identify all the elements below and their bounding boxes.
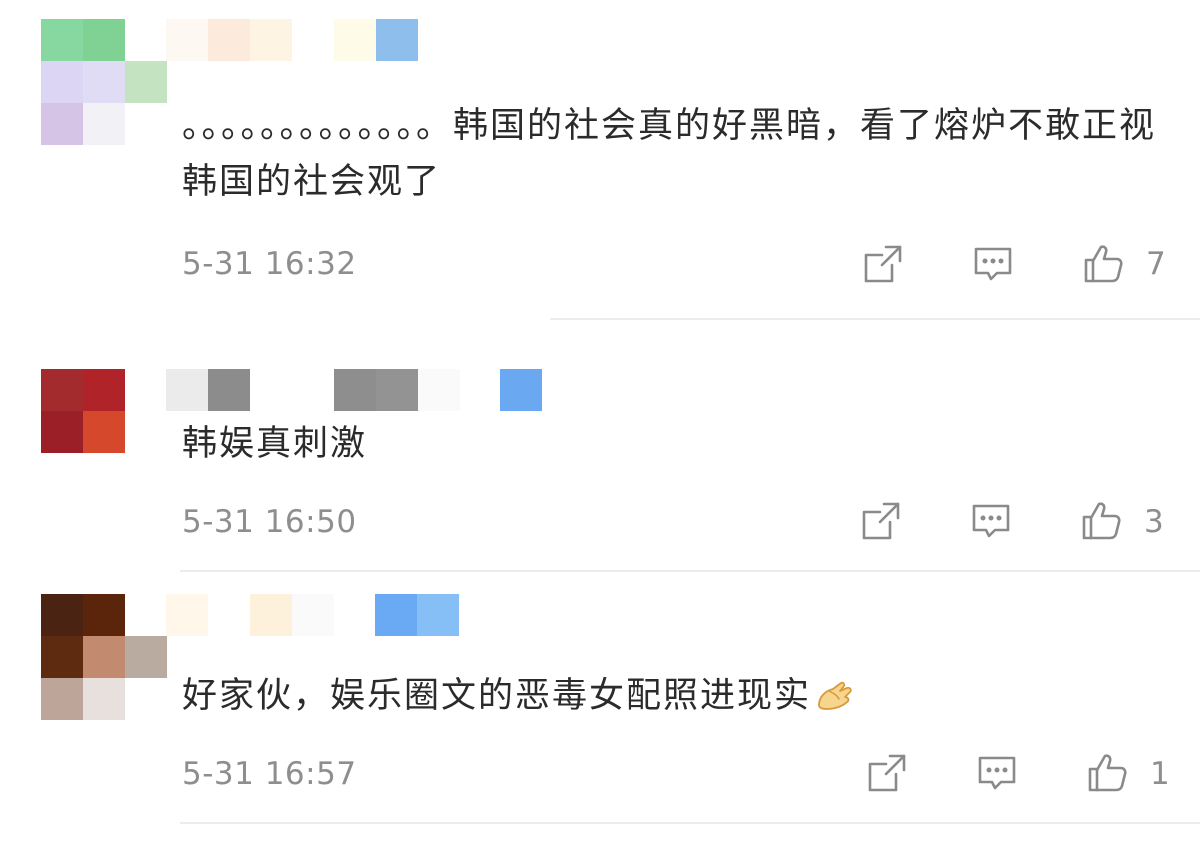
divider [180, 570, 1200, 572]
divider [550, 318, 1200, 320]
like-count: 1 [1150, 756, 1170, 792]
thumbs-up-icon [1084, 245, 1123, 283]
username-block [166, 594, 208, 636]
avatar-tile [83, 19, 125, 61]
avatar[interactable] [41, 19, 167, 145]
username-block [250, 19, 292, 61]
username-block [500, 369, 542, 411]
like-button[interactable] [1078, 497, 1124, 543]
share-button[interactable] [860, 241, 906, 287]
avatar[interactable] [41, 594, 167, 720]
pinched-fingers-emoji-icon [815, 672, 855, 728]
reply-button[interactable] [974, 750, 1020, 796]
comment-icon [972, 504, 1010, 538]
like-count: 7 [1146, 246, 1166, 282]
avatar-tile [41, 678, 83, 720]
reply-button[interactable] [970, 241, 1016, 287]
timestamp: 5-31 16:57 [182, 756, 357, 792]
avatar-tile [83, 61, 125, 103]
username-block [208, 369, 250, 411]
comment-text-content: 好家伙，娱乐圈文的恶毒女配照进现实 [182, 676, 812, 716]
username-block [208, 19, 250, 61]
avatar-tile [41, 411, 83, 453]
like-button[interactable] [1080, 240, 1126, 286]
comment-text: 。。。。。。。。。。。。。韩国的社会真的好黑暗，看了熔炉不敢正视韩国的社会观了 [182, 106, 1157, 202]
thumbs-up-icon [1088, 754, 1127, 792]
avatar-tile [83, 369, 125, 411]
avatar-tile [41, 594, 83, 636]
timestamp: 5-31 16:32 [182, 246, 357, 282]
avatar-tile [125, 61, 167, 103]
avatar-tile [41, 61, 83, 103]
avatar-tile [83, 103, 125, 145]
divider [180, 822, 1200, 824]
thumbs-up-icon [1082, 502, 1121, 540]
reply-button[interactable] [968, 498, 1014, 544]
avatar-tile [125, 636, 167, 678]
avatar-tile [41, 636, 83, 678]
share-icon [864, 245, 902, 283]
share-icon [868, 754, 906, 792]
username-block [166, 369, 208, 411]
comment-text: 韩娱真刺激 [182, 424, 368, 464]
username-block [334, 19, 376, 61]
avatar-tile [83, 594, 125, 636]
share-button[interactable] [864, 750, 910, 796]
username-block [417, 594, 459, 636]
username-block [376, 19, 418, 61]
avatar-tile [83, 636, 125, 678]
avatar-tile [83, 678, 125, 720]
avatar-tile [41, 19, 83, 61]
avatar[interactable] [41, 369, 125, 453]
username-block [334, 369, 376, 411]
username-block [292, 594, 334, 636]
avatar-tile [83, 411, 125, 453]
username-block [375, 594, 417, 636]
username-block [166, 19, 208, 61]
timestamp: 5-31 16:50 [182, 504, 357, 540]
username-block [418, 369, 460, 411]
avatar-tile [41, 103, 83, 145]
username-block [376, 369, 418, 411]
avatar-tile [41, 369, 83, 411]
share-button[interactable] [858, 498, 904, 544]
comment-text: 好家伙，娱乐圈文的恶毒女配照进现实 [182, 668, 1182, 728]
username-block [250, 594, 292, 636]
comment-icon [978, 756, 1016, 790]
like-count: 3 [1144, 504, 1164, 540]
share-icon [862, 502, 900, 540]
comment-icon [974, 247, 1012, 281]
like-button[interactable] [1084, 749, 1130, 795]
